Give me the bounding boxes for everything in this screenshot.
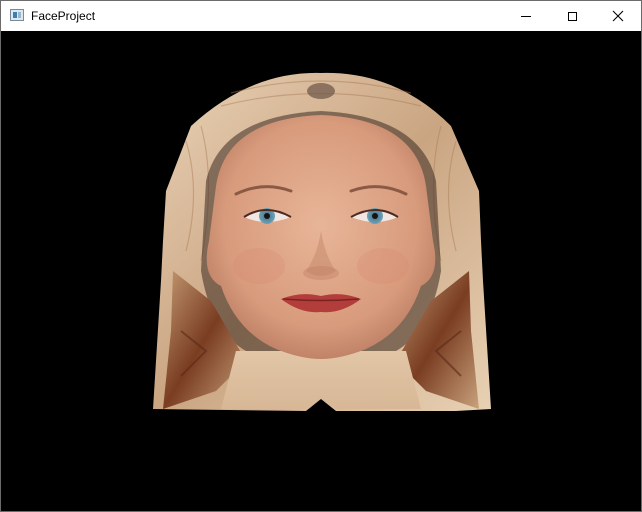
window-title: FaceProject (31, 9, 96, 23)
close-icon (612, 10, 624, 22)
neck-area (221, 351, 421, 409)
face-render (153, 72, 491, 412)
minimize-button[interactable] (503, 1, 549, 31)
maximize-icon (567, 11, 577, 21)
close-button[interactable] (595, 1, 641, 31)
app-window-icon (10, 9, 24, 21)
hair-part (307, 83, 335, 99)
render-viewport[interactable] (1, 31, 641, 511)
minimize-icon (521, 15, 531, 17)
title-bar[interactable]: FaceProject (1, 1, 641, 31)
maximize-button[interactable] (549, 1, 595, 31)
app-window: FaceProject (0, 0, 642, 512)
